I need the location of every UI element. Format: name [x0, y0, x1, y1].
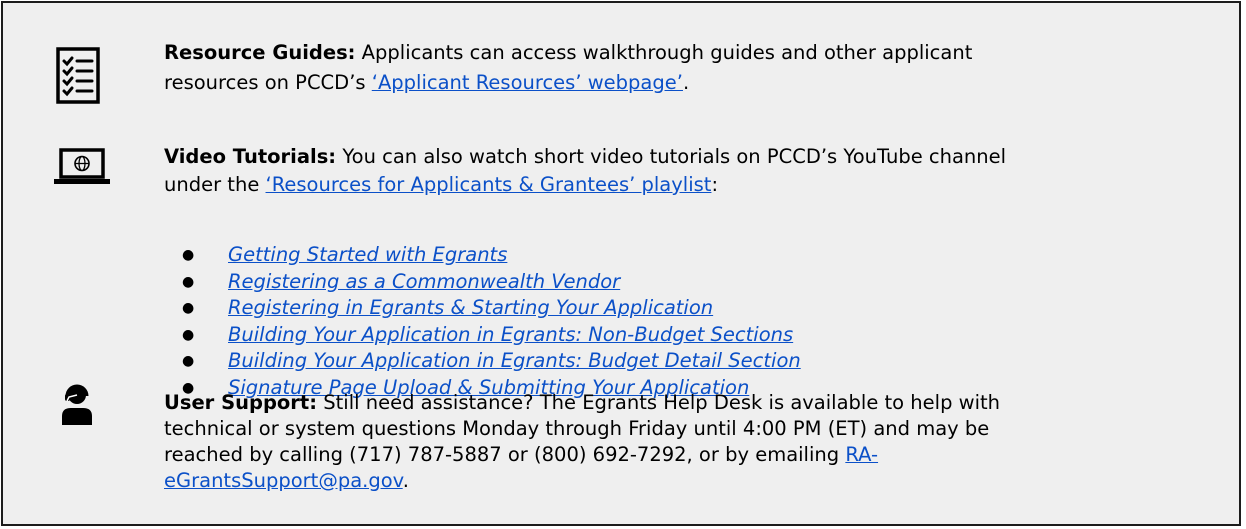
user-support-line3: reached by calling (717) 787-5887 or (80… — [164, 443, 846, 466]
video-list: ● Getting Started with Egrants ● Registeri… — [182, 242, 801, 401]
headset-user-icon — [62, 384, 92, 425]
resource-guides-section: Resource Guides: Applicants can access w… — [164, 40, 972, 96]
video-link[interactable]: Registering as a Commonwealth Vendor — [228, 270, 620, 293]
resource-guides-end: . — [682, 71, 690, 94]
playlist-link[interactable]: ‘Resources for Applicants & Grantees’ pl… — [266, 173, 712, 196]
email-link-part1[interactable]: RA- — [845, 443, 878, 466]
video-link[interactable]: Registering in Egrants & Starting Your A… — [228, 296, 713, 319]
checklist-icon — [56, 47, 100, 104]
user-support-end: . — [402, 469, 409, 492]
user-support-line1: Still need assistance? The Egrants Help … — [317, 391, 1001, 414]
list-item: ● Registering as a Commonwealth Vendor — [182, 269, 621, 293]
resource-guides-text: Applicants can access walkthrough guides… — [355, 41, 973, 64]
laptop-globe-icon — [54, 148, 110, 184]
resource-guides-label: Resource Guides: — [164, 41, 356, 64]
video-link[interactable]: Building Your Application in Egrants: No… — [228, 323, 793, 346]
video-link[interactable]: Building Your Application in Egrants: Bu… — [228, 349, 801, 372]
applicant-resources-link[interactable]: ‘Applicant Resources’ webpage’ — [372, 71, 683, 94]
resource-guides-text-line2: resources on PCCD’s — [164, 71, 372, 94]
video-tutorials-end: : — [711, 173, 719, 196]
list-item: ● Building Your Application in Egrants: N… — [182, 322, 794, 346]
list-item: ● Getting Started with Egrants — [182, 243, 508, 266]
list-item: ● Registering in Egrants & Starting Your … — [182, 296, 714, 319]
video-tutorials-section: Video Tutorials: You can also watch shor… — [164, 144, 1006, 198]
video-tutorials-text-line2: under the — [164, 173, 266, 196]
user-support-line2: technical or system questions Monday thr… — [164, 417, 990, 440]
list-item: ● Building Your Application in Egrants: B… — [182, 349, 801, 372]
video-link[interactable]: Getting Started with Egrants — [228, 243, 507, 266]
email-link-part2[interactable]: eGrantsSupport@pa.gov — [164, 469, 403, 492]
video-tutorials-label: Video Tutorials: — [164, 145, 337, 168]
user-support-section: User Support: Still need assistance? The… — [164, 390, 1000, 494]
video-tutorials-text: You can also watch short video tutorials… — [336, 145, 1007, 168]
user-support-label: User Support: — [164, 391, 318, 414]
